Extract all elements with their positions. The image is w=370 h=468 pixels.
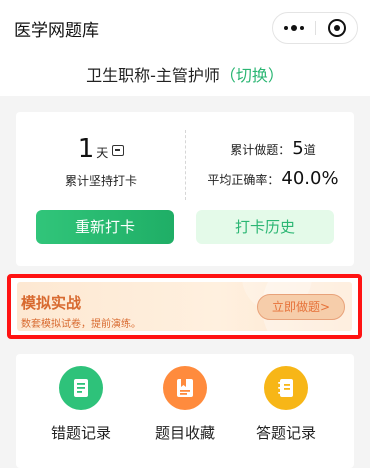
streak-unit: 天 (96, 146, 109, 160)
streak-label: 累计坚持打卡 (64, 174, 137, 188)
total-questions-value: 5 (292, 138, 304, 159)
records-menu-card: 错题记录 题目收藏 答题记录 (16, 354, 354, 468)
mock-exam-highlight: 模拟实战 数套模拟试卷，提前演练。 立即做题> (7, 274, 362, 339)
notebook-icon (264, 366, 308, 410)
calendar-icon (112, 145, 125, 156)
answer-records-label: 答题记录 (255, 424, 316, 442)
nav-bar: 医学网题库 (0, 0, 370, 56)
checkin-history-button[interactable]: 打卡历史 (196, 210, 334, 244)
accuracy-label: 平均正确率： (207, 173, 280, 187)
mock-exam-title: 模拟实战 (21, 294, 82, 312)
subject-bar: 卫生职称-主管护师（切换） (0, 56, 370, 96)
favorites-item[interactable]: 题目收藏 (140, 366, 230, 443)
subject-switch-link[interactable]: （切换） (220, 66, 284, 85)
checkin-stats-card: 1天 累计坚持打卡 累计做题： 5道 平均正确率： 40.0% 重新打卡 打卡历史 (16, 112, 354, 266)
wrong-questions-label: 错题记录 (50, 424, 111, 442)
subject-name: 卫生职称-主管护师 (86, 66, 220, 85)
total-questions-unit: 道 (303, 143, 316, 157)
page-title: 医学网题库 (14, 21, 99, 41)
accuracy-stat: 平均正确率： 40.0% (192, 168, 354, 189)
target-close-icon (328, 19, 346, 37)
streak-days: 1 (77, 134, 95, 164)
answer-records-item[interactable]: 答题记录 (241, 366, 331, 443)
start-practice-button[interactable]: 立即做题> (257, 294, 345, 320)
more-dot-icon (284, 26, 288, 30)
total-questions-label: 累计做题： (230, 143, 291, 157)
mock-exam-banner[interactable]: 模拟实战 数套模拟试卷，提前演练。 立即做题> (17, 282, 352, 331)
favorites-label: 题目收藏 (154, 424, 215, 442)
close-mini-program-button[interactable] (316, 13, 358, 43)
bookmark-book-icon (163, 366, 207, 410)
mock-exam-subtitle: 数套模拟试卷，提前演练。 (21, 319, 141, 330)
more-options-button[interactable] (273, 13, 315, 43)
more-dot-icon (300, 26, 304, 30)
stats-divider (185, 130, 186, 200)
streak-value: 1天 (16, 134, 186, 164)
mini-program-capsule (272, 12, 358, 44)
total-questions-stat: 累计做题： 5道 (192, 138, 354, 159)
wrong-questions-item[interactable]: 错题记录 (36, 366, 126, 443)
recheckin-button[interactable]: 重新打卡 (36, 210, 174, 244)
more-dot-icon (291, 25, 297, 31)
accuracy-value: 40.0% (281, 168, 339, 189)
book-icon (59, 366, 103, 410)
